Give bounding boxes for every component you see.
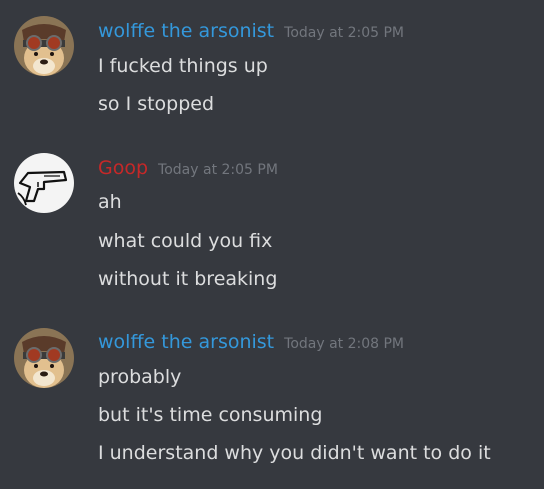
timestamp: Today at 2:05 PM	[158, 162, 278, 178]
message-text: but it's time consuming	[98, 404, 323, 426]
hand-gun-sketch-avatar-icon[interactable]	[14, 153, 74, 213]
shiba-goggles-avatar-icon[interactable]	[14, 16, 74, 76]
message-text: probably	[98, 366, 182, 388]
message-header: Goop Today at 2:05 PM	[98, 157, 278, 179]
message-text: what could you fix	[98, 230, 273, 252]
message-text: I fucked things up	[98, 55, 268, 77]
message-text: without it breaking	[98, 268, 278, 290]
timestamp: Today at 2:08 PM	[284, 336, 405, 352]
message-header: wolffe the arsonist Today at 2:08 PM	[98, 331, 404, 353]
message-header: wolffe the arsonist Today at 2:05 PM	[98, 20, 404, 42]
message-text: so I stopped	[98, 93, 215, 115]
username[interactable]: wolffe the arsonist	[98, 331, 274, 353]
shiba-goggles-avatar-icon[interactable]	[14, 328, 74, 388]
message-text: I understand why you didn't want to do i…	[98, 442, 491, 464]
timestamp: Today at 2:05 PM	[284, 25, 405, 41]
username[interactable]: Goop	[98, 157, 148, 179]
message-text: ah	[98, 191, 122, 213]
username[interactable]: wolffe the arsonist	[98, 20, 274, 42]
